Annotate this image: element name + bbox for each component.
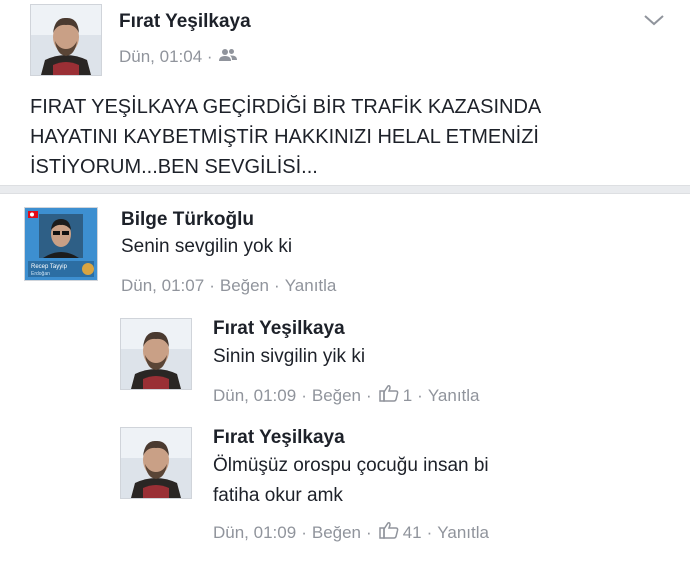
comment-author-name[interactable]: Bilge Türkoğlu bbox=[121, 209, 254, 231]
comment-meta: Dün, 01:09 · Beğen · 1 · Yanıtla bbox=[213, 384, 480, 407]
comment-meta: Dün, 01:09 · Beğen · 41 · Yanıtla bbox=[213, 521, 489, 544]
divider bbox=[0, 185, 690, 194]
comment-author-name[interactable]: Fırat Yeşilkaya bbox=[213, 318, 345, 340]
post-author-name[interactable]: Fırat Yeşilkaya bbox=[119, 11, 251, 33]
avatar-caption: Recep Tayyip bbox=[31, 264, 68, 270]
comment-text: Ölmüşüz orospu çocuğu insan bi fatiha ok… bbox=[213, 455, 489, 506]
comment-text: Senin sevgilin yok ki bbox=[121, 236, 293, 257]
reply-button[interactable]: Yanıtla bbox=[428, 386, 480, 406]
friends-icon bbox=[218, 47, 237, 67]
avatar[interactable]: Recep Tayyip Erdoğan bbox=[24, 207, 98, 281]
like-button[interactable]: Beğen bbox=[312, 386, 361, 406]
comment-text: Sinin sivgilin yik ki bbox=[213, 346, 366, 367]
reply-button[interactable]: Yanıtla bbox=[437, 523, 489, 543]
comment-time[interactable]: Dün, 01:09 bbox=[213, 523, 296, 543]
comment-time[interactable]: Dün, 01:07 bbox=[121, 276, 204, 296]
avatar[interactable] bbox=[120, 427, 192, 499]
comment-meta: Dün, 01:07 · Beğen · Yanıtla bbox=[121, 276, 337, 296]
like-button[interactable]: Beğen bbox=[312, 523, 361, 543]
post-meta: Dün, 01:04 · bbox=[119, 47, 237, 67]
like-count[interactable]: 41 bbox=[403, 523, 422, 543]
thumbs-up-icon bbox=[378, 521, 399, 544]
post-text: FIRAT YEŞİLKAYA GEÇİRDİĞİ BİR TRAFİK KAZ… bbox=[30, 96, 542, 178]
reply-button[interactable]: Yanıtla bbox=[285, 276, 337, 296]
avatar[interactable] bbox=[120, 318, 192, 390]
like-button[interactable]: Beğen bbox=[220, 276, 269, 296]
post-time[interactable]: Dün, 01:04 · bbox=[119, 47, 213, 67]
avatar-caption: Erdoğan bbox=[31, 271, 50, 277]
chevron-down-icon[interactable] bbox=[641, 10, 667, 30]
post: Fırat Yeşilkaya Dün, 01:04 · FIRAT YEŞİL… bbox=[0, 0, 690, 185]
comment-time[interactable]: Dün, 01:09 bbox=[213, 386, 296, 406]
comment-author-name[interactable]: Fırat Yeşilkaya bbox=[213, 427, 345, 449]
thumbs-up-icon bbox=[378, 384, 399, 407]
like-count[interactable]: 1 bbox=[403, 386, 412, 406]
avatar[interactable] bbox=[30, 4, 102, 76]
